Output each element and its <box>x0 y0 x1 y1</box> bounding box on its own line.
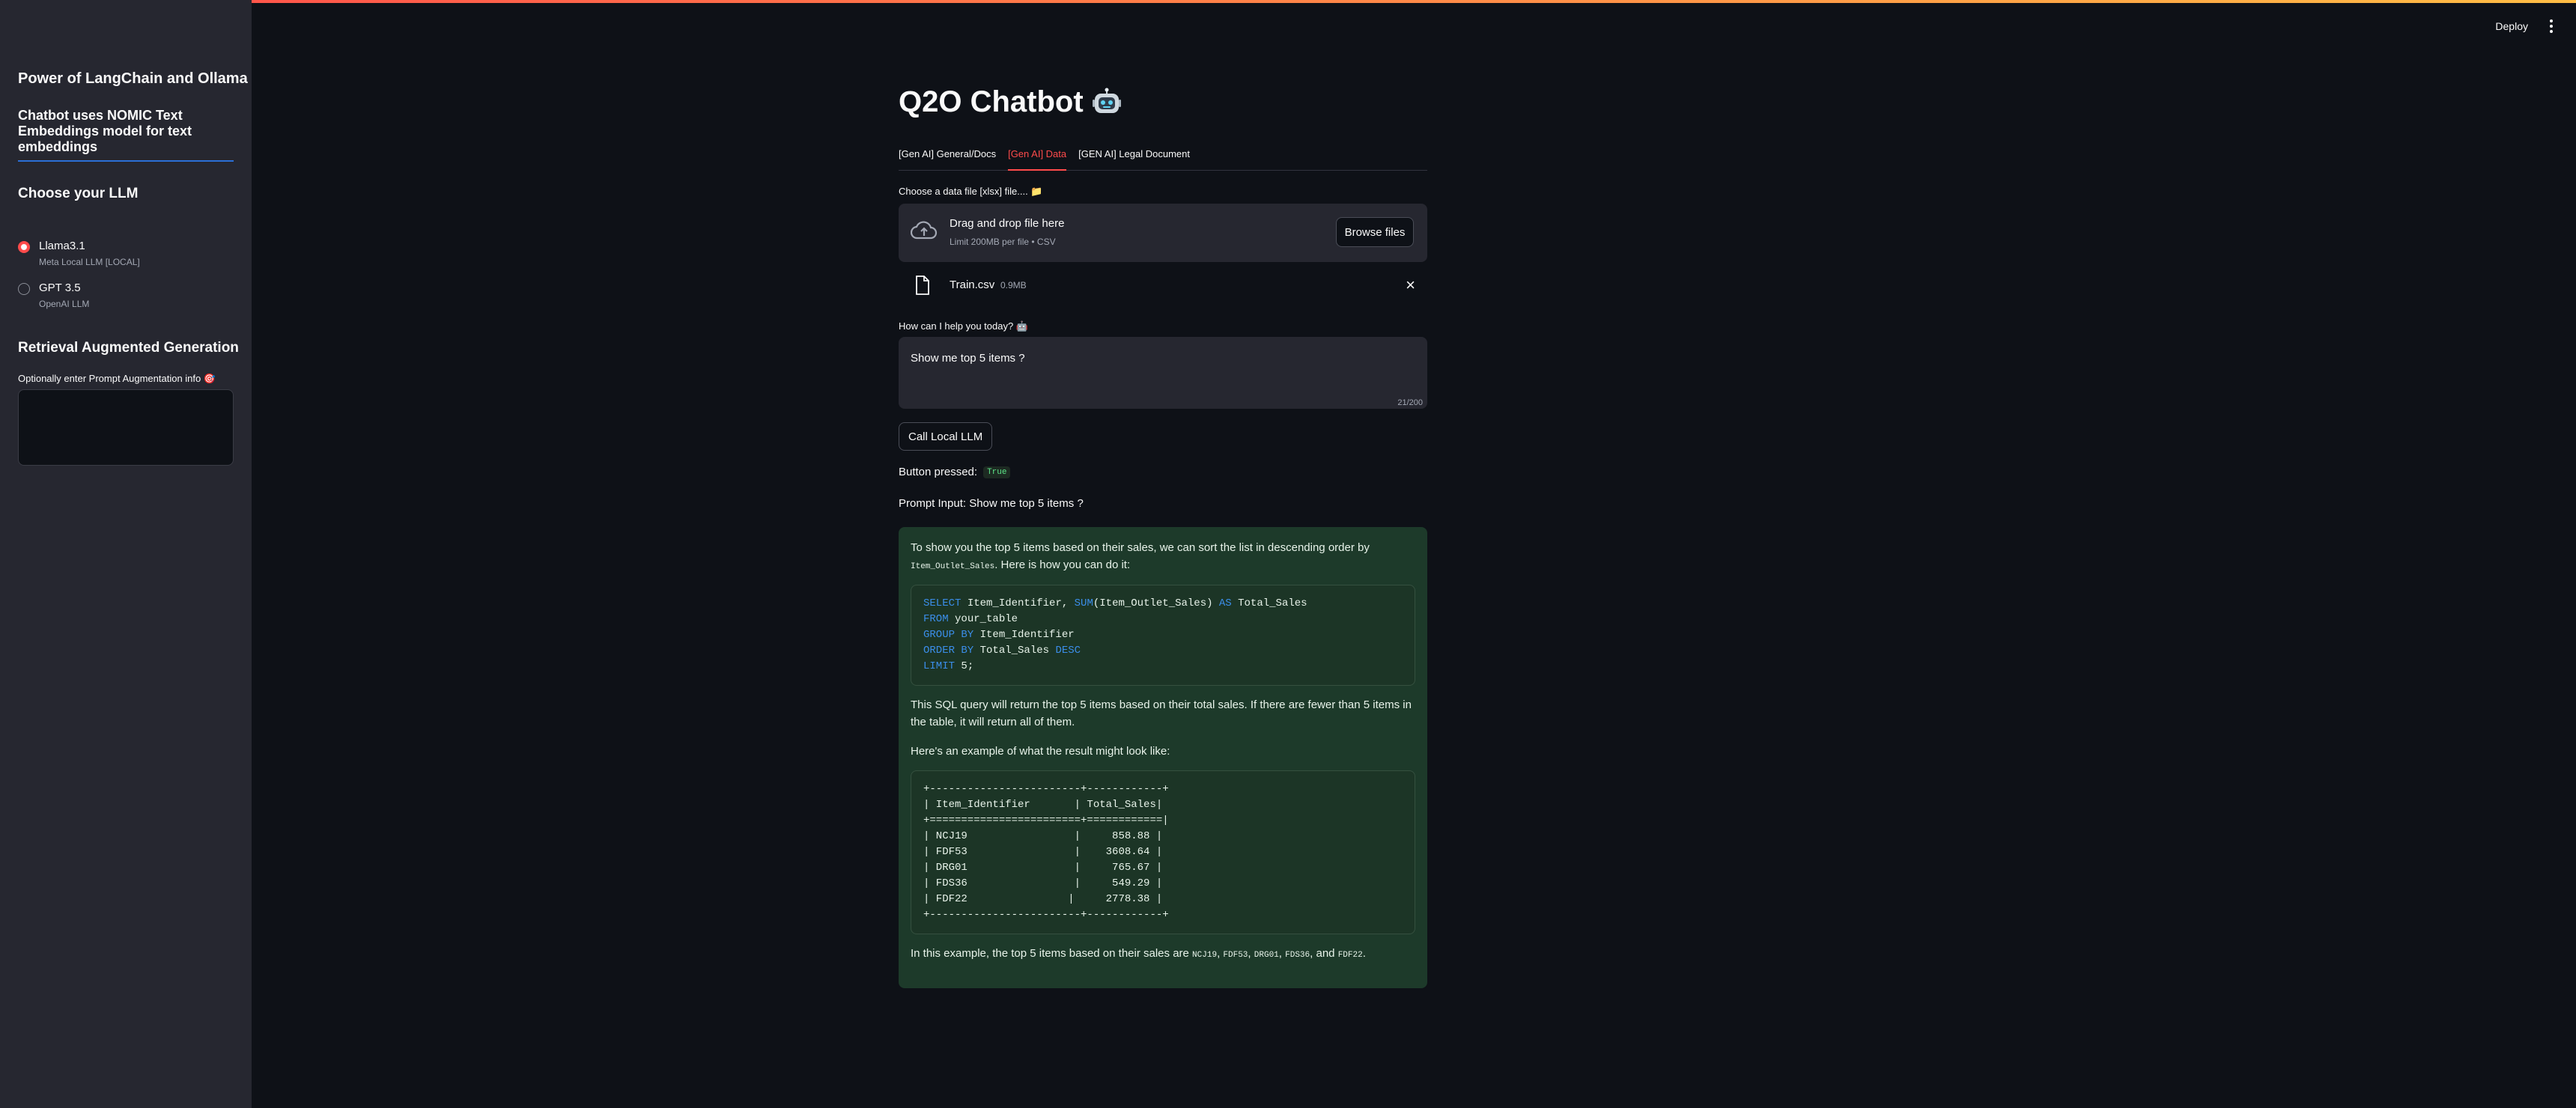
pressed-label: Button pressed: <box>899 466 978 478</box>
file-dropzone[interactable]: Drag and drop file here Limit 200MB per … <box>899 204 1427 262</box>
tab-legal-document[interactable]: [GEN AI] Legal Document <box>1078 145 1190 171</box>
robot-icon <box>1092 88 1121 118</box>
answer-paragraph-2: This SQL query will return the top 5 ite… <box>911 698 1412 728</box>
inline-code: DRG01 <box>1254 951 1279 960</box>
radio-unselected-icon[interactable] <box>18 283 30 295</box>
file-icon <box>915 276 930 299</box>
rag-heading: Retrieval Augmented Generation <box>18 340 239 356</box>
llm-heading: Choose your LLM <box>18 186 139 201</box>
inline-code: FDF53 <box>1223 951 1248 960</box>
dropzone-limit: Limit 200MB per file • CSV <box>950 237 1056 247</box>
call-local-llm-button[interactable]: Call Local LLM <box>899 422 993 451</box>
tab-bar: [Gen AI] General/Docs [Gen AI] Data [GEN… <box>899 145 1427 171</box>
llm-answer-box: To show you the top 5 items based on the… <box>899 527 1427 988</box>
sidebar: Power of LangChain and Ollama Chatbot us… <box>0 0 252 1108</box>
tab-general-docs[interactable]: [Gen AI] General/Docs <box>899 145 996 171</box>
deploy-button[interactable]: Deploy <box>2495 20 2528 32</box>
answer-paragraph-4: In this example, the top 5 items based o… <box>911 947 1366 960</box>
result-table-block: +------------------------+------------+ … <box>911 770 1415 934</box>
inline-code: FDF22 <box>1337 951 1363 960</box>
answer-text: To show you the top 5 items based on the… <box>911 541 1370 554</box>
answer-text: In this example, the top 5 items based o… <box>911 947 1189 960</box>
file-size: 0.9MB <box>1000 280 1027 290</box>
answer-paragraph-1: To show you the top 5 items based on the… <box>911 539 1415 576</box>
radio-option-llama[interactable]: Llama3.1 Meta Local LLM [LOCAL] <box>18 240 140 267</box>
radio-label: Llama3.1 <box>39 240 85 252</box>
prompt-textarea[interactable]: Show me top 5 items ? 21/200 <box>899 337 1427 409</box>
cloud-upload-icon <box>910 220 938 245</box>
sidebar-subtitle: Chatbot uses NOMIC Text Embeddings model… <box>18 108 192 154</box>
pressed-value: True <box>983 466 1011 478</box>
sidebar-title: Power of LangChain and Ollama <box>18 70 248 87</box>
sql-code-block: SELECT Item_Identifier, SUM(Item_Outlet_… <box>911 585 1415 686</box>
augment-label: Optionally enter Prompt Augmentation inf… <box>18 373 216 384</box>
answer-text: and <box>1316 947 1335 960</box>
main-area: Deploy Q2O Chatbot [Gen AI] General/Docs… <box>252 0 2576 1108</box>
prompt-text[interactable]: Show me top 5 items ? <box>911 352 1025 365</box>
answer-paragraph-3: Here's an example of what the result mig… <box>911 745 1170 758</box>
top-toolbar: Deploy <box>2495 19 2554 33</box>
radio-label: GPT 3.5 <box>39 281 81 294</box>
uploaded-file-row: Train.csv 0.9MB × <box>899 270 1427 302</box>
sidebar-divider <box>18 160 234 162</box>
augment-textarea[interactable] <box>18 389 234 466</box>
char-counter: 21/200 <box>1397 398 1423 407</box>
prompt-label: How can I help you today? 🤖 <box>899 320 1029 332</box>
inline-code: Item_Outlet_Sales <box>911 562 995 571</box>
prompt-input-echo: Prompt Input: Show me top 5 items ? <box>899 497 1084 510</box>
radio-caption: OpenAI LLM <box>39 299 90 309</box>
inline-code: NCJ19 <box>1192 951 1218 960</box>
page-title-text: Q2O Chatbot <box>899 85 1084 118</box>
uploader-label: Choose a data file [xlsx] file.... 📁 <box>899 186 1043 197</box>
button-pressed-status: Button pressed: True <box>899 466 1011 478</box>
file-name: Train.csv <box>950 278 995 291</box>
radio-caption: Meta Local LLM [LOCAL] <box>39 257 140 267</box>
answer-text: . Here is how you can do it: <box>994 558 1131 571</box>
radio-option-gpt[interactable]: GPT 3.5 OpenAI LLM <box>18 281 89 309</box>
radio-selected-icon[interactable] <box>18 241 30 253</box>
dropzone-title: Drag and drop file here <box>950 217 1065 230</box>
inline-code: FDS36 <box>1285 951 1310 960</box>
tab-data[interactable]: [Gen AI] Data <box>1008 145 1067 171</box>
more-menu-icon[interactable] <box>2549 19 2554 33</box>
remove-file-icon[interactable]: × <box>1406 276 1415 295</box>
page-title: Q2O Chatbot <box>899 85 1121 119</box>
browse-files-button[interactable]: Browse files <box>1336 217 1414 247</box>
